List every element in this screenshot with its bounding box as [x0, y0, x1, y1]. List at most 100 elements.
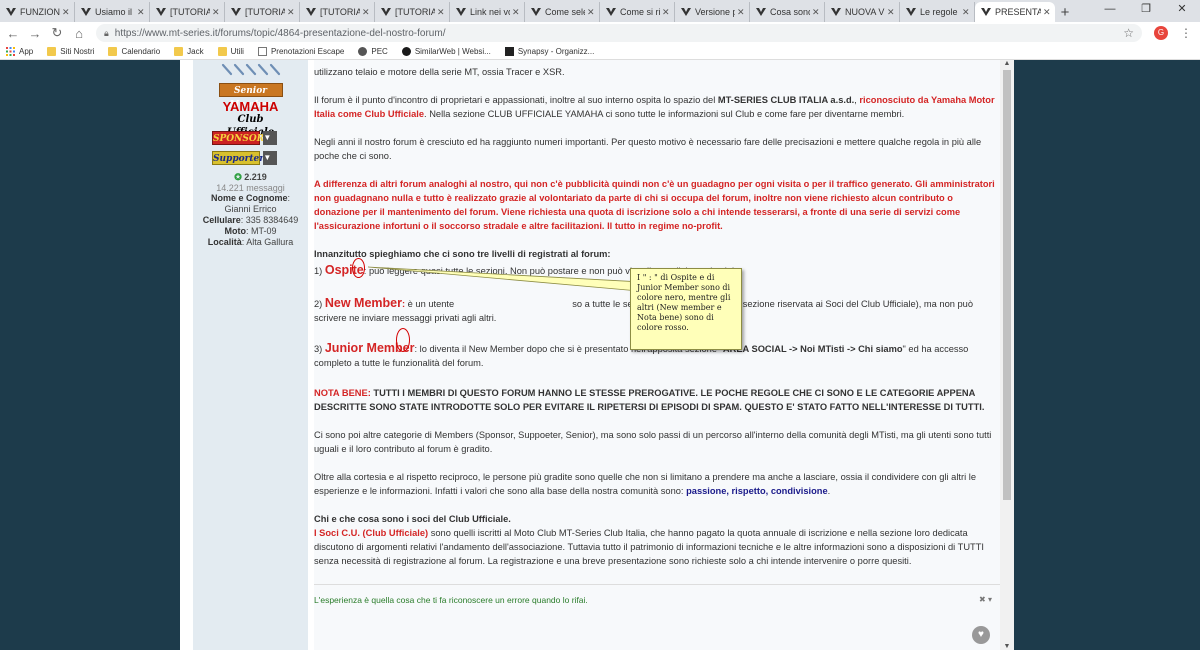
text: Il forum è il punto d'incontro di propri… [314, 95, 718, 105]
restore-icon[interactable]: ❐ [1128, 0, 1164, 20]
bookmark-link[interactable]: SimilarWeb | Websi... [401, 47, 491, 56]
close-tab-icon[interactable]: ✕ [812, 7, 820, 18]
apps-grid-icon [6, 47, 15, 56]
web-page: Senior Member YAMAHA Club Ufficiale SPON… [0, 60, 1200, 650]
close-tab-icon[interactable]: ✕ [962, 7, 970, 18]
tab-label: [TUTORIAL] [395, 7, 435, 17]
browser-tab[interactable]: [TUTORIAL] ✕ [150, 2, 225, 22]
close-window-icon[interactable]: ✕ [1164, 0, 1200, 20]
bookmark-folder[interactable]: Siti Nostri [47, 47, 94, 56]
minimize-icon[interactable]: — [1092, 0, 1128, 20]
browser-tab[interactable]: Come si ri ✕ [600, 2, 675, 22]
annotation-circle-guest [352, 258, 365, 278]
field-value: : Alta Gallura [241, 237, 294, 247]
close-tab-icon[interactable]: ✕ [62, 7, 70, 18]
tab-label: Come sele [545, 7, 585, 17]
text: . [827, 486, 831, 496]
field-label: Località [207, 237, 242, 247]
bookmark-apps[interactable]: App [6, 47, 33, 56]
address-bar[interactable]: 🔒︎ https://www.mt-series.it/forums/topic… [96, 24, 1142, 42]
signature-toggle-icon[interactable]: ✖ ▾ [979, 595, 992, 604]
bookmark-link[interactable]: Prenotazioni Escape [257, 47, 344, 56]
browser-tab[interactable]: Le regole ✕ [900, 2, 975, 22]
close-tab-icon[interactable]: ✕ [587, 7, 595, 18]
folder-icon [174, 47, 184, 56]
tab-label: [TUTORIAL] [170, 7, 210, 17]
bookmark-folder[interactable]: Utili [217, 47, 244, 56]
close-tab-icon[interactable]: ✕ [512, 7, 520, 18]
close-tab-icon[interactable]: ✕ [287, 7, 295, 18]
signature-text: L'esperienza è quella cosa che ti fa ric… [314, 595, 588, 605]
home-icon[interactable]: ⌂ [70, 26, 88, 41]
field-label: Nome e Cognome [210, 193, 288, 203]
menu-kebab-icon[interactable]: ⋮ [1178, 26, 1194, 40]
close-tab-icon[interactable]: ✕ [437, 7, 445, 18]
text: è un utente [405, 299, 455, 309]
browser-tab[interactable]: Versione p ✕ [675, 2, 750, 22]
bookmark-link[interactable]: Synapsy - Organizz... [504, 47, 594, 56]
close-tab-icon[interactable]: ✕ [887, 7, 895, 18]
synapsy-icon [504, 47, 514, 56]
browser-tab[interactable]: FUNZIONALITÀ ✕ [0, 2, 75, 22]
back-arrow-icon[interactable]: ← [4, 26, 22, 41]
senior-member-badge: Senior Member [218, 83, 283, 110]
post-paragraph: Negli anni il nostro forum è cresciuto e… [314, 137, 982, 161]
new-tab-button[interactable]: + [1055, 2, 1075, 22]
bookmark-folder[interactable]: Jack [174, 47, 204, 56]
text: 2) [314, 299, 325, 309]
browser-tab[interactable]: [TUTORIAL] ✕ [225, 2, 300, 22]
mt-series-favicon-icon [456, 8, 466, 16]
page-scrollbar[interactable]: ▲ ▼ [1000, 60, 1014, 650]
like-heart-button[interactable]: ♥ [972, 626, 990, 644]
nota-bene: NOTA BENE: TUTTI I MEMBRI DI QUESTO FORU… [314, 386, 1000, 414]
address-url[interactable]: https://www.mt-series.it/forums/topic/48… [115, 28, 1123, 39]
scroll-down-icon[interactable]: ▼ [1000, 643, 1014, 650]
bookmarks-bar: App Siti Nostri Calendario Jack Utili Pr… [0, 44, 1200, 60]
folder-icon [108, 47, 118, 56]
folder-icon [47, 47, 57, 56]
browser-tab[interactable]: [TUTORIAL] ✕ [300, 2, 375, 22]
bookmark-link[interactable]: PEC [358, 47, 388, 56]
lock-icon[interactable]: 🔒︎ [104, 28, 109, 39]
browser-tab[interactable]: Link nei vo ✕ [450, 2, 525, 22]
mt-series-favicon-icon [681, 8, 691, 16]
browser-tab-active[interactable]: PRESENTA ✕ [975, 2, 1055, 22]
profile-avatar[interactable]: G [1154, 26, 1168, 40]
reputation[interactable]: ✪ 2.219 [193, 172, 308, 183]
close-tab-icon[interactable]: ✕ [137, 7, 145, 18]
reload-icon[interactable]: ↻ [48, 25, 66, 41]
globe-icon [358, 47, 368, 56]
levels-intro: Innanzitutto spieghiamo che ci sono tre … [314, 247, 1000, 261]
mt-logo-icon: ▼ [263, 131, 278, 145]
scroll-up-icon[interactable]: ▲ [1000, 60, 1014, 67]
browser-toolbar: ← → ↻ ⌂ 🔒︎ https://www.mt-series.it/foru… [0, 22, 1200, 44]
text: . Nella sezione CLUB UFFICIALE YAMAHA ci… [424, 109, 905, 119]
browser-tab[interactable]: [TUTORIAL] ✕ [375, 2, 450, 22]
mt-series-favicon-icon [831, 8, 841, 16]
forum-container: Senior Member YAMAHA Club Ufficiale SPON… [180, 60, 1014, 650]
page-icon [257, 47, 267, 56]
scrollbar-thumb[interactable] [1003, 70, 1011, 500]
close-tab-icon[interactable]: ✕ [212, 7, 220, 18]
close-tab-icon[interactable]: ✕ [662, 7, 670, 18]
bookmark-folder[interactable]: Calendario [108, 47, 160, 56]
post-paragraph: Il forum è il punto d'incontro di propri… [314, 93, 1000, 121]
browser-tab[interactable]: Cosa sono ✕ [750, 2, 825, 22]
club-heading: Chi e che cosa sono i soci del Club Uffi… [314, 512, 1000, 526]
folder-icon [217, 47, 227, 56]
browser-tab[interactable]: Come sele ✕ [525, 2, 600, 22]
text: 3) [314, 344, 325, 354]
field-value: : 335 8384649 [240, 215, 299, 225]
close-tab-icon[interactable]: ✕ [362, 7, 370, 18]
close-tab-icon[interactable]: ✕ [737, 7, 745, 18]
mt-series-favicon-icon [306, 8, 316, 16]
browser-tab[interactable]: Usiamo il ✕ [75, 2, 150, 22]
forward-arrow-icon[interactable]: → [26, 26, 44, 41]
reputation-icon: ✪ [234, 172, 242, 182]
reputation-value: 2.219 [244, 172, 267, 182]
club-paragraph: I Soci C.U. (Club Ufficiale) sono quelli… [314, 526, 1000, 568]
browser-tab[interactable]: NUOVA VE ✕ [825, 2, 900, 22]
bookmark-star-icon[interactable]: ☆ [1123, 26, 1134, 40]
yamaha-club-badge: YAMAHA Club Ufficiale [216, 100, 286, 138]
close-tab-icon[interactable]: ✕ [1043, 7, 1051, 18]
